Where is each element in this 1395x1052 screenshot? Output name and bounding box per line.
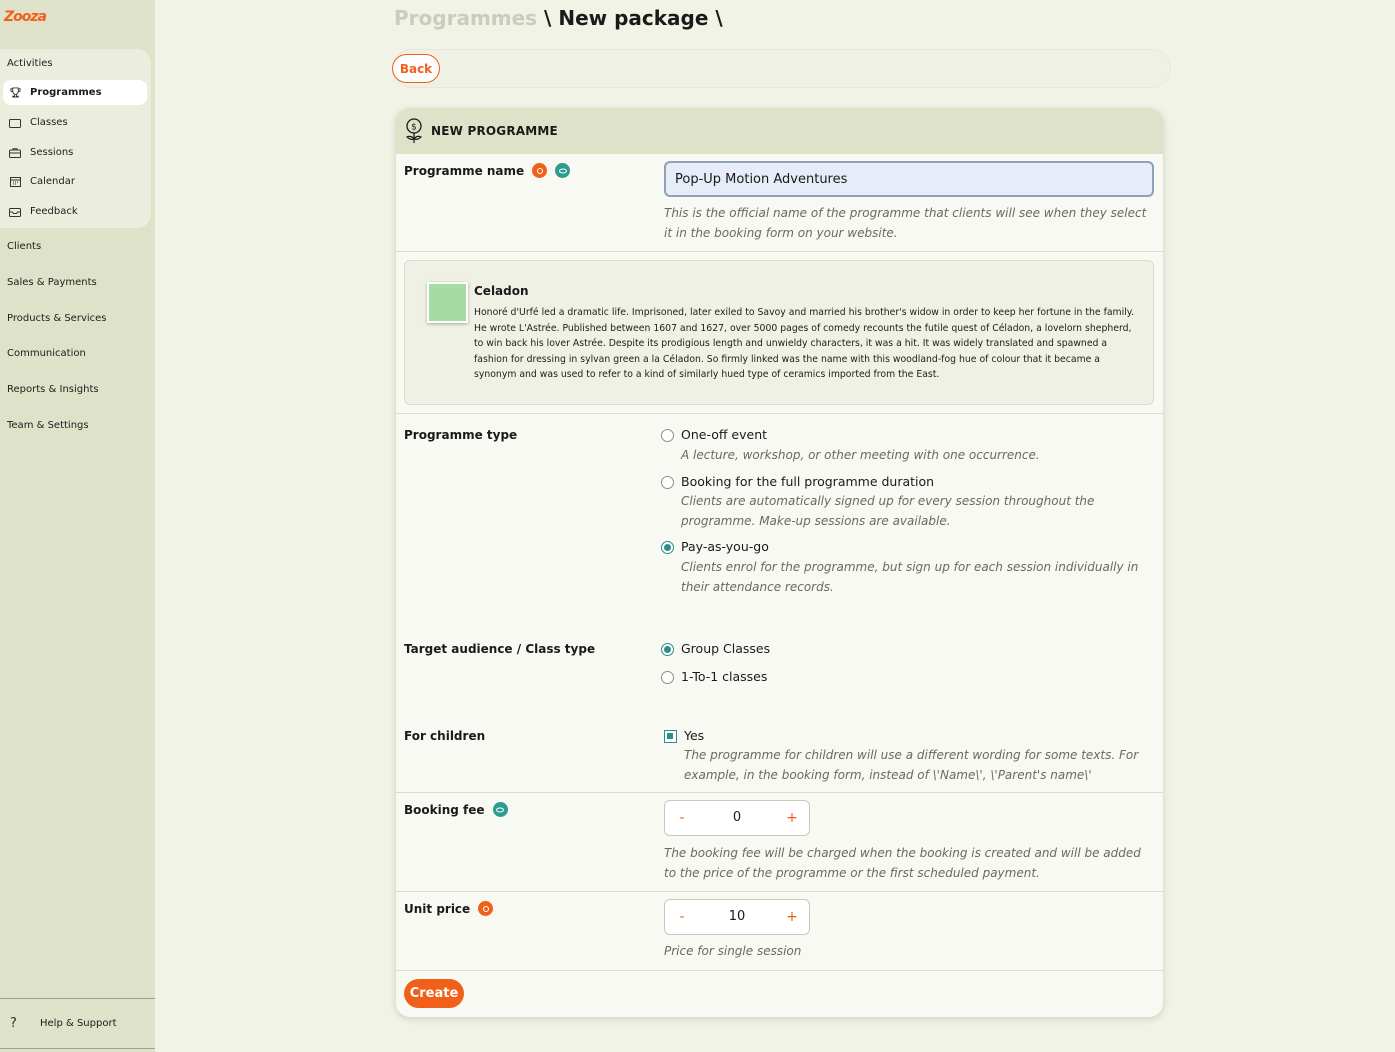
sidebar-item-feedback[interactable]: Feedback [3,199,147,224]
required-icon [532,163,548,178]
unit-price-label: Unit price [404,901,494,916]
color-description: Honoré d'Urfé led a dramatic life. Impri… [474,307,1134,380]
divider [396,251,1163,252]
radio-one-off-event[interactable] [661,429,674,442]
option-description: Clients enrol for the programme, but sig… [681,560,1139,594]
for-children-help: The programme for children will use a di… [684,748,1139,782]
booking-fee-help: The booking fee will be charged when the… [664,846,1141,880]
programme-name-input[interactable] [664,161,1154,197]
sidebar-item-label: Sessions [30,147,74,158]
programme-name-label: Programme name [404,163,571,178]
activities-title: Activities [7,58,53,69]
sidebar-item-calendar[interactable]: Calendar [3,169,147,194]
sidebar-item-sessions[interactable]: Sessions [3,140,147,165]
sidebar-item-programmes[interactable]: Programmes [3,80,147,105]
option-label[interactable]: Booking for the full programme duration [681,474,934,489]
option-description: Clients are automatically signed up for … [681,494,1095,528]
color-name: Celadon [474,284,529,298]
label-text: Programme name [404,163,525,178]
booking-fee-value[interactable]: 0 [705,810,769,825]
sidebar-item-label: Feedback [30,206,78,217]
toolbar [392,49,1171,88]
new-programme-card: $ NEW PROGRAMME Programme name This is t… [396,108,1163,1017]
booking-fee-label: Booking fee [404,802,508,817]
unit-price-value[interactable]: 10 [705,909,769,924]
sidebar-item-reports-insights[interactable]: Reports & Insights [7,384,99,395]
sidebar-item-clients[interactable]: Clients [7,241,41,252]
label-text: Unit price [404,901,471,916]
option-description: A lecture, workshop, or other meeting wi… [681,448,1040,462]
divider [396,970,1163,971]
question-icon: ? [10,1015,17,1031]
sidebar-item-label: Programmes [30,87,102,98]
sidebar-item-communication[interactable]: Communication [7,348,86,359]
divider [0,998,155,999]
sidebar-item-products-services[interactable]: Products & Services [7,313,107,324]
increment-button[interactable]: + [781,807,803,829]
money-plant-icon: $ [404,118,424,144]
inbox-icon [8,206,22,218]
sidebar-item-label: Classes [30,117,68,128]
divider [396,792,1163,793]
required-icon [478,901,494,916]
visible-eye-icon [492,802,508,817]
radio-full-programme[interactable] [661,476,674,489]
help-support-link[interactable]: ? Help & Support [0,1012,155,1034]
visible-eye-icon [555,163,571,178]
sidebar-item-classes[interactable]: Classes [3,110,147,135]
radio-one-to-one[interactable] [661,671,674,684]
breadcrumb-separator: \ [708,6,723,30]
card-header: $ NEW PROGRAMME [396,108,1163,154]
svg-text:$: $ [411,123,417,133]
radio-group-classes[interactable] [661,643,674,656]
decrement-button[interactable]: - [671,807,693,829]
sidebar-item-sales-payments[interactable]: Sales & Payments [7,277,97,288]
programme-name-help: This is the official name of the program… [664,206,1147,240]
programme-type-label: Programme type [404,428,518,442]
option-label[interactable]: 1-To-1 classes [681,669,767,684]
trophy-icon [8,87,22,99]
booking-fee-stepper: - 0 + [664,800,810,836]
divider [396,413,1163,414]
page-title: New package [558,6,709,30]
breadcrumb-programmes-link[interactable]: Programmes [394,6,537,30]
zooza-logo[interactable]: Zooza [4,6,50,28]
logo-text: Zooza [4,9,47,25]
option-label[interactable]: Pay-as-you-go [681,539,769,554]
color-swatch[interactable] [427,282,468,323]
help-support-label: Help & Support [40,1017,117,1029]
decrement-button[interactable]: - [671,906,693,928]
sidebar-item-team-settings[interactable]: Team & Settings [7,420,89,431]
for-children-checkbox[interactable] [664,730,677,743]
breadcrumb: Programmes \ New package \ [394,6,723,30]
divider [396,891,1163,892]
briefcase-icon [8,147,22,159]
color-info-box: Celadon Honoré d'Urfé led a dramatic lif… [404,260,1154,405]
option-label[interactable]: Group Classes [681,641,770,656]
for-children-label: For children [404,729,486,743]
checkbox-label[interactable]: Yes [684,728,704,743]
sidebar: Zooza Activities Programmes Classes Sess… [0,0,155,1052]
calendar-icon [8,176,22,188]
breadcrumb-separator: \ [537,6,559,30]
unit-price-help: Price for single session [664,944,802,958]
option-label[interactable]: One-off event [681,427,767,442]
radio-pay-as-you-go[interactable] [661,541,674,554]
folder-icon [8,117,22,129]
increment-button[interactable]: + [781,906,803,928]
divider [0,1048,155,1049]
sidebar-item-label: Calendar [30,176,75,187]
label-text: Booking fee [404,802,485,817]
audience-label: Target audience / Class type [404,642,596,656]
create-button[interactable]: Create [404,979,464,1008]
unit-price-stepper: - 10 + [664,899,810,935]
card-title: NEW PROGRAMME [431,124,558,138]
back-button[interactable]: Back [392,54,440,83]
